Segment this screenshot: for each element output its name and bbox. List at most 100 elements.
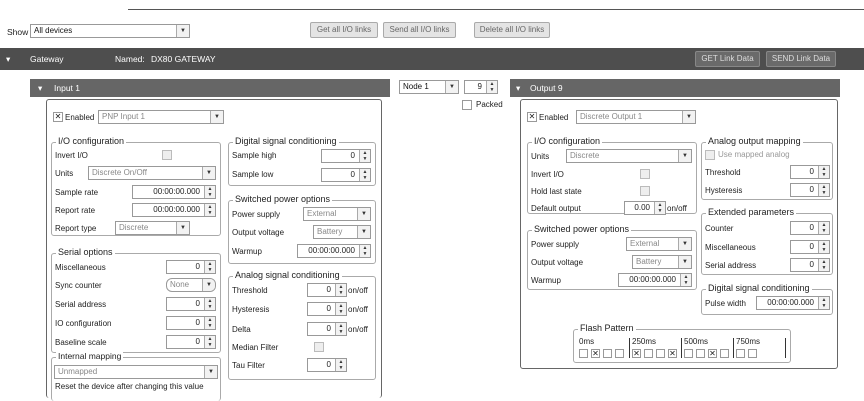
stepper-icon[interactable]: ▲ ▼ [818,222,829,234]
flash-pattern-cell[interactable] [579,349,588,358]
stepper-icon[interactable]: ▲ ▼ [204,298,215,310]
power-supply-select[interactable]: External ▼ [303,207,371,221]
output-io-configuration-title: I/O configuration [532,136,603,146]
delta-stepper[interactable]: 0 ▲ ▼ [307,322,347,336]
output-section-bar[interactable]: ▾ Output 9 [510,79,840,97]
flash-pattern-cell[interactable] [656,349,665,358]
warmup-stepper[interactable]: 00:00:00.000 ▲ ▼ [297,244,371,258]
stepper-icon[interactable]: ▲ ▼ [335,303,346,315]
flash-pattern-cell[interactable]: ✕ [591,349,600,358]
hold-last-state-checkbox[interactable] [640,186,650,196]
input-enabled-select[interactable]: PNP Input 1 ▼ [98,110,224,124]
flash-pattern-cell[interactable] [696,349,705,358]
input-section-bar[interactable]: ▾ Input 1 [30,79,390,97]
output-hysteresis-stepper[interactable]: 0 ▲ ▼ [790,183,830,197]
stepper-icon[interactable]: ▲ ▼ [359,245,370,257]
input-enabled-checkbox[interactable]: ✕ [53,112,63,122]
stepper-icon[interactable]: ▲ ▼ [335,284,346,296]
show-select[interactable]: All devices ▼ [30,24,190,38]
collapse-icon[interactable]: ▾ [6,48,10,70]
flash-pattern-cell[interactable] [748,349,757,358]
send-link-data-button[interactable]: SEND Link Data [766,51,836,67]
flash-pattern-cell[interactable] [736,349,745,358]
report-rate-stepper[interactable]: 00:00:00.000 ▲ ▼ [132,203,216,217]
stepper-icon[interactable]: ▲ ▼ [335,359,346,371]
flash-pattern-cell[interactable]: ✕ [632,349,641,358]
stepper-icon[interactable]: ▲ ▼ [818,184,829,196]
hysteresis-stepper[interactable]: 0 ▲ ▼ [307,302,347,316]
stepper-icon[interactable]: ▲ ▼ [486,81,497,93]
flash-pattern-cell[interactable] [720,349,729,358]
chevron-down-icon: ▼ [357,208,370,220]
serial-options-group: Serial options Miscellaneous 0 ▲ ▼ Sync co… [51,247,221,353]
output-hysteresis-label: Hysteresis [705,186,743,195]
output-miscellaneous-stepper[interactable]: 0 ▲ ▼ [790,240,830,254]
flash-pattern-cell[interactable]: ✕ [708,349,717,358]
invert-io-checkbox[interactable] [162,150,172,160]
output-output-voltage-select[interactable]: Battery ▼ [632,255,692,269]
stepper-icon[interactable]: ▲ ▼ [818,241,829,253]
stepper-icon[interactable]: ▲ ▼ [680,274,691,286]
flash-pattern-cell[interactable] [603,349,612,358]
stepper-icon[interactable]: ▲ ▼ [204,204,215,216]
chevron-down-icon: ▼ [678,150,691,162]
tau-filter-stepper[interactable]: 0 ▲ ▼ [307,358,347,372]
flash-pattern-cell[interactable] [615,349,624,358]
sync-counter-label: Sync counter [55,281,102,290]
get-all-io-links-button[interactable]: Get all I/O links [310,22,378,38]
counter-stepper[interactable]: 0 ▲ ▼ [790,221,830,235]
sync-counter-select[interactable]: None ▼ [166,278,216,292]
use-mapped-analog-checkbox[interactable] [705,150,715,160]
io-configuration-stepper[interactable]: 0 ▲ ▼ [166,316,216,330]
output-enabled-label: Enabled [539,113,569,122]
stepper-icon[interactable]: ▲ ▼ [818,259,829,271]
hysteresis-label: Hysteresis [232,305,270,314]
gateway-bar[interactable]: ▾ Gateway Named: DX80 GATEWAY GET Link D… [0,48,864,70]
stepper-icon[interactable]: ▲ ▼ [818,166,829,178]
collapse-icon[interactable]: ▾ [38,79,42,97]
flash-pattern-cell[interactable] [644,349,653,358]
stepper-icon[interactable]: ▲ ▼ [204,186,215,198]
output-enabled-checkbox[interactable]: ✕ [527,112,537,122]
stepper-icon[interactable]: ▲ ▼ [359,169,370,181]
stepper-icon[interactable]: ▲ ▼ [335,323,346,335]
output-power-supply-select[interactable]: External ▼ [626,237,692,251]
output-voltage-select[interactable]: Battery ▼ [313,225,371,239]
stepper-icon[interactable]: ▲ ▼ [204,261,215,273]
output-serial-address-stepper[interactable]: 0 ▲ ▼ [790,258,830,272]
units-select[interactable]: Discrete On/Off ▼ [88,166,216,180]
sample-rate-stepper[interactable]: 00:00:00.000 ▲ ▼ [132,185,216,199]
chevron-down-icon: ▼ [204,366,217,378]
median-filter-checkbox[interactable] [314,342,324,352]
get-link-data-button[interactable]: GET Link Data [695,51,760,67]
stepper-icon[interactable]: ▲ ▼ [818,297,829,309]
output-invert-io-checkbox[interactable] [640,169,650,179]
stepper-icon[interactable]: ▲ ▼ [204,336,215,348]
send-all-io-links-button[interactable]: Send all I/O links [383,22,456,38]
node-number-stepper[interactable]: 9 ▲ ▼ [464,80,498,94]
sample-low-stepper[interactable]: 0 ▲ ▼ [321,168,371,182]
threshold-stepper[interactable]: 0 ▲ ▼ [307,283,347,297]
output-threshold-stepper[interactable]: 0 ▲ ▼ [790,165,830,179]
show-label: Show [7,27,29,37]
default-output-stepper[interactable]: 0.00 ▲ ▼ [624,201,666,215]
report-type-select[interactable]: Discrete ▼ [115,221,190,235]
internal-mapping-select[interactable]: Unmapped ▼ [54,365,218,379]
flash-pattern-cell[interactable]: ✕ [668,349,677,358]
output-warmup-stepper[interactable]: 00:00:00.000 ▲ ▼ [618,273,692,287]
output-enabled-select[interactable]: Discrete Output 1 ▼ [576,110,696,124]
packed-checkbox[interactable] [462,100,472,110]
baseline-scale-stepper[interactable]: 0 ▲ ▼ [166,335,216,349]
collapse-icon[interactable]: ▾ [516,79,520,97]
stepper-icon[interactable]: ▲ ▼ [654,202,665,214]
serial-address-stepper[interactable]: 0 ▲ ▼ [166,297,216,311]
sample-high-stepper[interactable]: 0 ▲ ▼ [321,149,371,163]
output-units-select[interactable]: Discrete ▼ [566,149,692,163]
delete-all-io-links-button[interactable]: Delete all I/O links [474,22,550,38]
pulse-width-stepper[interactable]: 00:00:00.000 ▲ ▼ [756,296,830,310]
miscellaneous-stepper[interactable]: 0 ▲ ▼ [166,260,216,274]
stepper-icon[interactable]: ▲ ▼ [204,317,215,329]
stepper-icon[interactable]: ▲ ▼ [359,150,370,162]
node-select[interactable]: Node 1 ▼ [399,80,459,94]
flash-pattern-cell[interactable] [684,349,693,358]
